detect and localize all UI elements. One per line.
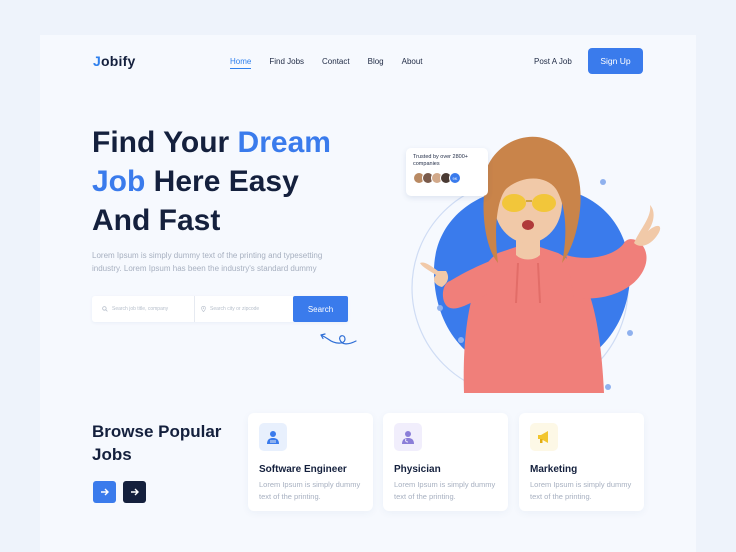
nav-item-about[interactable]: About	[402, 57, 423, 69]
previous-arrow-button[interactable]	[93, 481, 116, 503]
hero-title: Find Your Dream Job Here Easy And Fast	[92, 126, 331, 237]
search-button[interactable]: Search	[293, 296, 348, 322]
job-card-title: Marketing	[530, 464, 578, 475]
job-card-title: Physician	[394, 464, 441, 475]
next-arrow-button[interactable]	[123, 481, 146, 503]
avatar-group: 9K	[413, 172, 481, 184]
search-icon	[102, 306, 108, 312]
nav-item-home[interactable]: Home	[230, 57, 252, 69]
nav-item-find-jobs[interactable]: Find Jobs	[269, 57, 304, 69]
post-job-link[interactable]: Post A Job	[534, 57, 572, 66]
logo[interactable]: Jobify	[93, 53, 135, 69]
arrow-right-icon	[100, 488, 109, 496]
megaphone-icon	[530, 423, 558, 451]
job-card-marketing[interactable]: Marketing Lorem Ipsum is simply dummy te…	[519, 413, 644, 511]
job-card-title: Software Engineer	[259, 464, 347, 475]
hero-woman-illustration	[411, 136, 661, 393]
arrow-right-icon	[130, 488, 139, 496]
browse-popular-jobs-title: Browse Popular Jobs	[92, 422, 222, 464]
job-title-search-input[interactable]: Search job title, company	[102, 296, 192, 322]
trusted-text: Trusted by over 2800+ companies	[413, 154, 468, 167]
main-nav: Home Find Jobs Contact Blog About	[230, 57, 441, 69]
software-engineer-icon	[259, 423, 287, 451]
job-card-description: Lorem Ipsum is simply dummy text of the …	[394, 480, 496, 501]
job-card-description: Lorem Ipsum is simply dummy text of the …	[259, 480, 361, 501]
location-pin-icon	[201, 306, 206, 312]
nav-item-blog[interactable]: Blog	[368, 57, 384, 69]
hero-description: Lorem Ipsum is simply dummy text of the …	[92, 251, 323, 273]
physician-icon	[394, 423, 422, 451]
nav-item-contact[interactable]: Contact	[322, 57, 350, 69]
job-card-physician[interactable]: Physician Lorem Ipsum is simply dummy te…	[383, 413, 508, 511]
job-card-software-engineer[interactable]: Software Engineer Lorem Ipsum is simply …	[248, 413, 373, 511]
trusted-companies-badge: Trusted by over 2800+ companies 9K	[406, 148, 488, 196]
landing-page: Jobify Home Find Jobs Contact Blog About…	[40, 35, 696, 552]
location-search-input[interactable]: Search city or zipcode	[194, 296, 290, 322]
job-card-description: Lorem Ipsum is simply dummy text of the …	[530, 480, 632, 501]
decorative-squiggle-arrow	[320, 333, 357, 345]
avatar-count-badge: 9K	[449, 172, 461, 184]
sign-up-button[interactable]: Sign Up	[588, 48, 643, 74]
